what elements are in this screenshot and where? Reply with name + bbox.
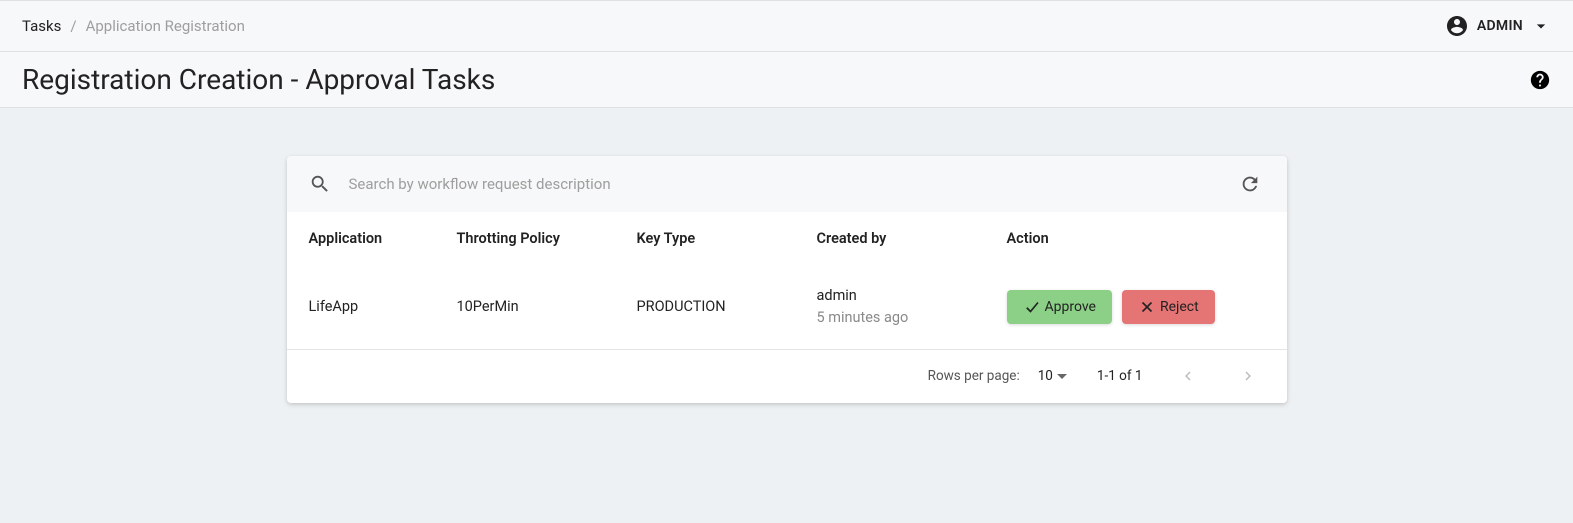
user-name: ADMIN <box>1477 18 1523 34</box>
cell-throtting-policy: 10PerMin <box>449 298 629 315</box>
rows-per-page-select[interactable]: 10 <box>1038 368 1067 384</box>
search-icon <box>309 173 331 195</box>
breadcrumb-root[interactable]: Tasks <box>22 17 61 35</box>
approve-button[interactable]: Approve <box>1007 290 1112 324</box>
breadcrumb-bar: Tasks / Application Registration ADMIN <box>0 0 1573 52</box>
table-footer: Rows per page: 10 1-1 of 1 <box>287 349 1287 403</box>
breadcrumb: Tasks / Application Registration <box>22 17 245 35</box>
approve-label: Approve <box>1045 299 1096 315</box>
content-area: Application Throtting Policy Key Type Cr… <box>0 108 1573 403</box>
rows-per-page: Rows per page: 10 <box>928 368 1067 384</box>
table-row: LifeApp 10PerMin PRODUCTION admin 5 minu… <box>287 265 1287 349</box>
cell-created-by: admin 5 minutes ago <box>809 285 999 329</box>
col-header-action: Action <box>999 230 1273 247</box>
next-page-button[interactable] <box>1233 361 1263 391</box>
rows-per-page-label: Rows per page: <box>928 368 1020 384</box>
col-header-throtting-policy: Throtting Policy <box>449 230 629 247</box>
reject-label: Reject <box>1160 299 1199 315</box>
refresh-icon <box>1239 173 1261 195</box>
table-header: Application Throtting Policy Key Type Cr… <box>287 212 1287 265</box>
created-by-user: admin <box>817 285 991 307</box>
search-input[interactable] <box>349 175 1217 193</box>
created-by-when: 5 minutes ago <box>817 307 991 329</box>
col-header-application: Application <box>301 230 449 247</box>
close-icon <box>1138 298 1156 316</box>
breadcrumb-leaf: Application Registration <box>86 17 245 35</box>
cell-action: Approve Reject <box>999 290 1273 324</box>
tasks-card: Application Throtting Policy Key Type Cr… <box>287 156 1287 403</box>
breadcrumb-separator: / <box>70 17 76 35</box>
page-title: Registration Creation - Approval Tasks <box>22 63 495 96</box>
reject-button[interactable]: Reject <box>1122 290 1215 324</box>
help-icon[interactable] <box>1529 69 1551 91</box>
account-circle-icon <box>1445 14 1469 38</box>
prev-page-button[interactable] <box>1173 361 1203 391</box>
search-bar <box>287 156 1287 212</box>
cell-application: LifeApp <box>301 298 449 315</box>
title-bar: Registration Creation - Approval Tasks <box>0 52 1573 108</box>
cell-key-type: PRODUCTION <box>629 298 809 315</box>
chevron-left-icon <box>1179 367 1197 385</box>
refresh-button[interactable] <box>1235 169 1265 199</box>
page-range: 1-1 of 1 <box>1097 368 1143 384</box>
col-header-created-by: Created by <box>809 230 999 247</box>
col-header-key-type: Key Type <box>629 230 809 247</box>
check-icon <box>1023 298 1041 316</box>
user-menu[interactable]: ADMIN <box>1445 14 1551 38</box>
chevron-down-icon <box>1531 16 1551 36</box>
rows-per-page-value: 10 <box>1038 368 1053 384</box>
tasks-table: Application Throtting Policy Key Type Cr… <box>287 212 1287 349</box>
dropdown-arrow-icon <box>1057 374 1067 379</box>
chevron-right-icon <box>1239 367 1257 385</box>
